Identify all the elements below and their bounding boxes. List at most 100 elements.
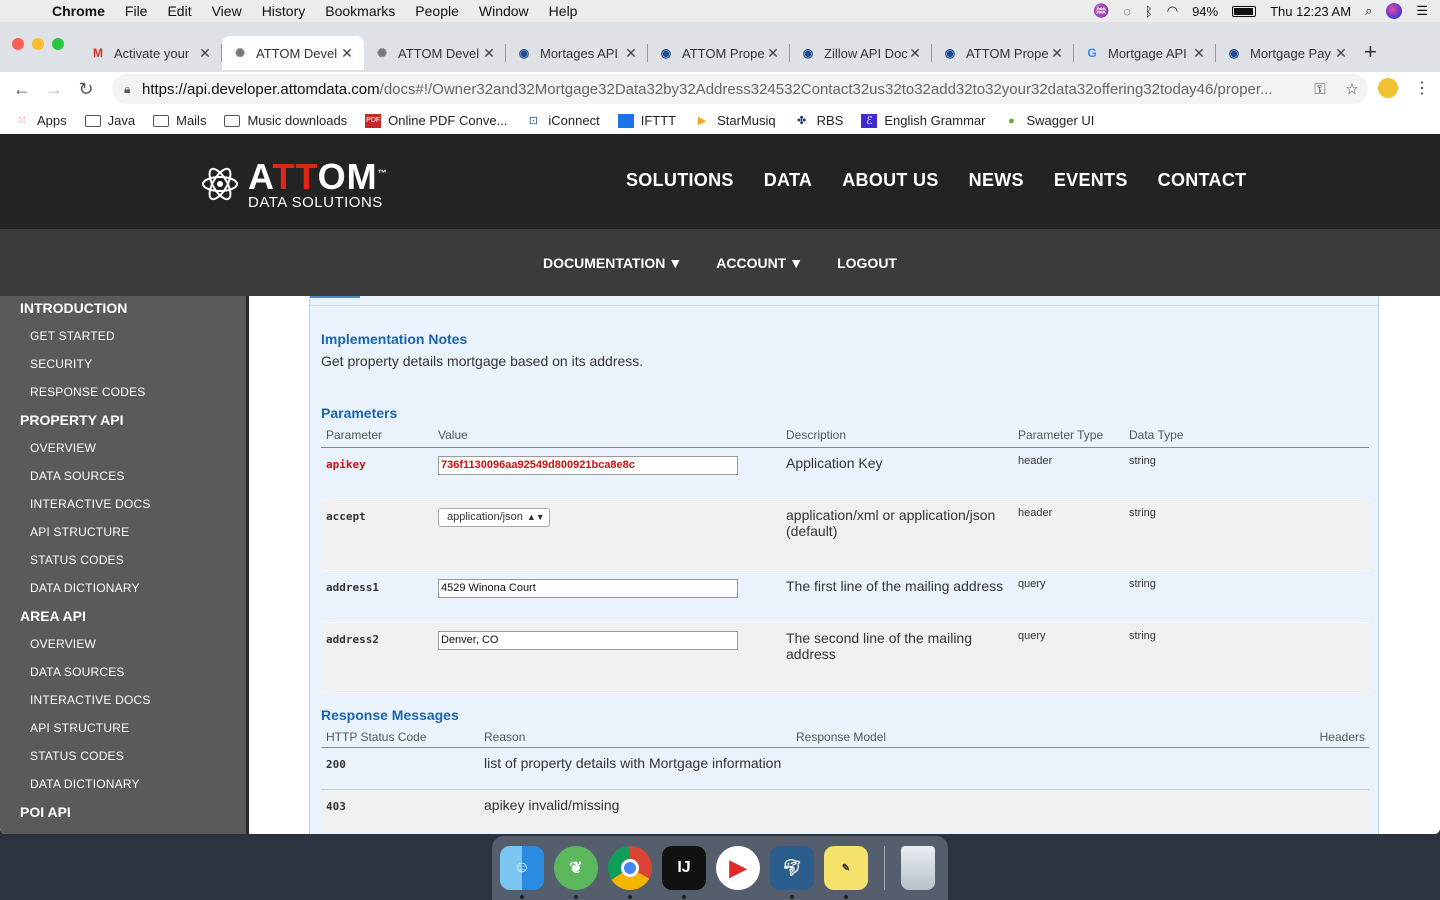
menu-view[interactable]: View — [202, 3, 252, 19]
bluetooth-icon[interactable]: ᛒ — [1145, 4, 1153, 19]
close-window-button[interactable] — [12, 38, 24, 50]
bookmark-online-pdf[interactable]: PDF Online PDF Conve... — [365, 113, 507, 128]
bookmark-java[interactable]: Java — [84, 113, 135, 128]
address1-input[interactable] — [438, 578, 738, 598]
close-tab-icon[interactable]: ✕ — [766, 45, 780, 62]
attom-logo[interactable]: ATTOM™ DATA SOLUTIONS — [200, 156, 388, 211]
key-icon[interactable]: ⚿ — [1304, 81, 1336, 98]
clock[interactable]: Thu 12:23 AM — [1270, 4, 1351, 19]
close-tab-icon[interactable]: ✕ — [624, 45, 638, 62]
bookmark-music-downloads[interactable]: Music downloads — [224, 113, 347, 128]
tab-mortgage-api-google[interactable]: G Mortgage API ✕ — [1074, 36, 1216, 70]
nav-contact[interactable]: CONTACT — [1158, 170, 1247, 191]
menu-people[interactable]: People — [405, 3, 469, 19]
close-tab-icon[interactable]: ✕ — [908, 45, 922, 62]
creative-cloud-icon[interactable]: ♒ — [1093, 3, 1109, 19]
tab-attom-property[interactable]: ◉ ATTOM Prope ✕ — [648, 36, 790, 70]
bookmark-swagger-ui[interactable]: ● Swagger UI — [1004, 113, 1094, 128]
menu-file[interactable]: File — [115, 3, 158, 19]
close-tab-icon[interactable]: ✕ — [340, 45, 354, 62]
bookmark-star-icon[interactable]: ☆ — [1336, 80, 1368, 98]
bookmark-starmusiq[interactable]: ▶ StarMusiq — [694, 113, 776, 128]
sidebar-link[interactable]: STATUS CODES — [0, 546, 246, 574]
tab-attom-developer[interactable]: ✺ ATTOM Devel ✕ — [364, 36, 506, 70]
close-tab-icon[interactable]: ✕ — [1334, 45, 1348, 62]
apikey-input[interactable] — [438, 455, 738, 475]
reload-icon[interactable]: ↻ — [70, 79, 102, 100]
sidebar-link[interactable]: RESPONSE CODES — [0, 378, 246, 406]
sidebar-link[interactable]: INTERACTIVE DOCS — [0, 686, 246, 714]
lock-icon[interactable]: 🔒︎ — [124, 82, 142, 97]
menu-edit[interactable]: Edit — [157, 3, 201, 19]
sidebar-link[interactable]: DATA SOURCES — [0, 658, 246, 686]
address2-input[interactable] — [438, 630, 738, 650]
accept-select[interactable]: application/json ▲▼ — [438, 507, 550, 527]
player-icon[interactable]: ▶ — [716, 846, 760, 890]
battery-icon[interactable] — [1232, 5, 1257, 17]
sidebar-section-heading[interactable]: AREA API — [0, 602, 246, 630]
bookmark-mails[interactable]: Mails — [153, 113, 206, 128]
sidebar-section-heading[interactable]: POI API — [0, 798, 246, 826]
fullscreen-window-button[interactable] — [52, 38, 64, 50]
finder-icon[interactable]: ☺ — [500, 846, 544, 899]
sidebar-link[interactable]: DATA DICTIONARY — [0, 574, 246, 602]
sidebar-section-heading[interactable]: PROPERTY API — [0, 406, 246, 434]
address-bar[interactable]: 🔒︎ https://api.developer.attomdata.com/d… — [112, 74, 1368, 104]
bookmark-ifttt[interactable]: IFTTT — [617, 113, 676, 128]
close-tab-icon[interactable]: ✕ — [1192, 45, 1206, 62]
siri-icon[interactable] — [1386, 3, 1403, 19]
forward-arrow-icon[interactable]: → — [38, 79, 70, 100]
bookmark-rbs[interactable]: ✤ RBS — [794, 113, 843, 128]
account-dropdown[interactable]: ACCOUNT ▼ — [716, 255, 803, 271]
bookmark-iconnect[interactable]: ⊡ iConnect — [525, 113, 600, 128]
wifi-icon[interactable]: ◠ — [1167, 3, 1178, 19]
logout-link[interactable]: LOGOUT — [837, 255, 897, 271]
extension-icon[interactable] — [1378, 78, 1398, 98]
chrome-menu-icon[interactable]: ⋮ — [1414, 78, 1430, 98]
tab-attom-property-2[interactable]: ◉ ATTOM Prope ✕ — [932, 36, 1074, 70]
sync-icon[interactable]: ◌ — [1123, 4, 1131, 19]
new-tab-button[interactable]: + — [1364, 39, 1377, 65]
bookmark-apps[interactable]: ⁙ Apps — [14, 113, 66, 128]
trash-icon[interactable] — [901, 846, 935, 890]
tab-mortages-api[interactable]: ◉ Mortages API ✕ — [506, 36, 648, 70]
tab-mortgage-payment[interactable]: ◉ Mortgage Pay ✕ — [1216, 36, 1358, 70]
documentation-dropdown[interactable]: DOCUMENTATION ▼ — [543, 255, 682, 271]
sidebar-link[interactable]: API STRUCTURE — [0, 714, 246, 742]
sidebar-link[interactable]: API STRUCTURE — [0, 518, 246, 546]
back-arrow-icon[interactable]: ← — [6, 79, 38, 100]
mysql-workbench-icon[interactable]: 🐬︎ — [770, 846, 814, 899]
menu-app-name[interactable]: Chrome — [42, 3, 115, 19]
sidebar-section-heading[interactable]: INTRODUCTION — [0, 296, 246, 322]
sidebar-link[interactable]: OVERVIEW — [0, 434, 246, 462]
sidebar-link[interactable]: DATA SOURCES — [0, 462, 246, 490]
spring-tool-suite-icon[interactable]: ❦ — [554, 846, 598, 899]
nav-data[interactable]: DATA — [764, 170, 813, 191]
battery-percent[interactable]: 94% — [1192, 4, 1218, 19]
spotlight-search-icon[interactable]: ⌕ — [1365, 3, 1372, 19]
notification-center-icon[interactable]: ☰ — [1416, 3, 1428, 19]
close-tab-icon[interactable]: ✕ — [198, 45, 212, 62]
menu-history[interactable]: History — [252, 3, 316, 19]
close-tab-icon[interactable]: ✕ — [1050, 45, 1064, 62]
menu-bookmarks[interactable]: Bookmarks — [315, 3, 405, 19]
sidebar-link[interactable]: DATA DICTIONARY — [0, 770, 246, 798]
close-tab-icon[interactable]: ✕ — [482, 45, 496, 62]
tab-gmail[interactable]: M Activate your ✕ — [80, 36, 222, 70]
chrome-icon[interactable] — [608, 846, 652, 899]
sidebar-link[interactable]: OVERVIEW — [0, 630, 246, 658]
tab-attom-developer-active[interactable]: ✺ ATTOM Devel ✕ — [222, 36, 364, 70]
stickies-icon[interactable]: ✎ — [824, 846, 868, 899]
nav-about-us[interactable]: ABOUT US — [842, 170, 938, 191]
sidebar-link[interactable]: SECURITY — [0, 350, 246, 378]
sidebar-link[interactable]: GET STARTED — [0, 322, 246, 350]
menu-help[interactable]: Help — [539, 3, 588, 19]
sidebar-link[interactable]: INTERACTIVE DOCS — [0, 490, 246, 518]
nav-solutions[interactable]: SOLUTIONS — [626, 170, 734, 191]
intellij-icon[interactable]: IJ — [662, 846, 706, 899]
nav-news[interactable]: NEWS — [969, 170, 1024, 191]
bookmark-english-grammar[interactable]: ℰ English Grammar — [861, 113, 986, 128]
sidebar-link[interactable]: STATUS CODES — [0, 742, 246, 770]
tab-zillow-api[interactable]: ◉ Zillow API Doc ✕ — [790, 36, 932, 70]
menu-window[interactable]: Window — [469, 3, 539, 19]
